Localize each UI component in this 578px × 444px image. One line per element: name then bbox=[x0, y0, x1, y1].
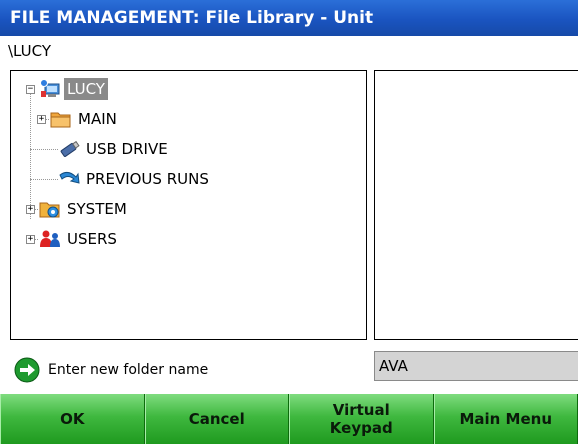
tree-item-users[interactable]: USERS bbox=[39, 226, 120, 252]
previous-runs-icon bbox=[59, 171, 80, 184]
file-list-panel[interactable] bbox=[374, 70, 578, 340]
folder-name-input[interactable] bbox=[374, 351, 578, 381]
network-computer-icon bbox=[40, 79, 60, 97]
expand-toggle[interactable]: + bbox=[26, 235, 35, 244]
window-title: FILE MANAGEMENT: File Library - Unit bbox=[0, 0, 578, 36]
tree-item-label: USB DRIVE bbox=[86, 140, 168, 158]
usb-drive-icon bbox=[60, 140, 80, 157]
virtual-keypad-button[interactable]: Virtual Keypad bbox=[289, 394, 434, 444]
users-icon bbox=[40, 230, 60, 247]
tree-item-usb-drive[interactable]: USB DRIVE bbox=[58, 136, 171, 162]
folder-name-prompt: Enter new folder name bbox=[14, 355, 208, 385]
cancel-button[interactable]: Cancel bbox=[144, 394, 289, 444]
expand-toggle[interactable]: + bbox=[37, 115, 46, 124]
ok-button[interactable]: OK bbox=[0, 394, 145, 444]
tree-item-label: USERS bbox=[67, 230, 117, 248]
tree-item-lucy[interactable]: LUCY bbox=[39, 76, 108, 102]
tree-connector bbox=[30, 179, 58, 180]
tree-item-label: LUCY bbox=[64, 78, 108, 100]
tree-connector bbox=[30, 93, 31, 219]
folder-icon bbox=[50, 112, 71, 128]
folder-tree[interactable]: − LUCY + MAIN USB DRIVE PREVIOUS RUNS + … bbox=[10, 70, 367, 340]
green-arrow-icon bbox=[14, 357, 40, 383]
tree-item-previous-runs[interactable]: PREVIOUS RUNS bbox=[58, 166, 212, 192]
tree-item-system[interactable]: SYSTEM bbox=[39, 196, 130, 222]
main-menu-button[interactable]: Main Menu bbox=[433, 394, 578, 444]
tree-connector bbox=[30, 149, 58, 150]
tree-item-label: PREVIOUS RUNS bbox=[86, 170, 209, 188]
expand-toggle[interactable]: + bbox=[26, 205, 35, 214]
tree-item-label: MAIN bbox=[78, 110, 117, 128]
collapse-toggle[interactable]: − bbox=[26, 85, 35, 94]
current-path: \LUCY bbox=[8, 42, 52, 60]
tree-item-label: SYSTEM bbox=[67, 200, 127, 218]
softkey-bar: OK Cancel Virtual Keypad Main Menu bbox=[0, 394, 578, 444]
tree-item-main[interactable]: MAIN bbox=[50, 106, 120, 132]
system-icon bbox=[39, 202, 60, 218]
prompt-label: Enter new folder name bbox=[48, 362, 209, 378]
